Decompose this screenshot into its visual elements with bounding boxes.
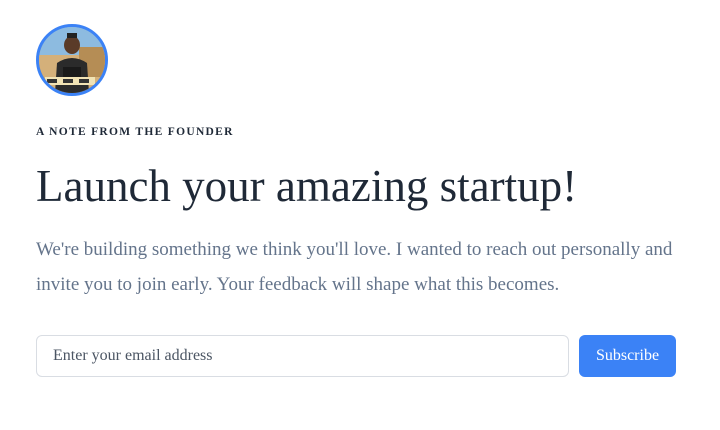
intro-paragraph: We're building something we think you'll… bbox=[36, 239, 673, 295]
avatar-photo bbox=[39, 27, 105, 93]
eyebrow-label: A NOTE FROM THE FOUNDER bbox=[36, 126, 234, 138]
email-field[interactable] bbox=[36, 335, 569, 377]
subscribe-button[interactable]: Subscribe bbox=[579, 335, 676, 377]
subscribe-form: Subscribe bbox=[36, 335, 676, 377]
page-title: Launch your amazing startup! bbox=[36, 161, 578, 211]
avatar bbox=[36, 24, 108, 96]
